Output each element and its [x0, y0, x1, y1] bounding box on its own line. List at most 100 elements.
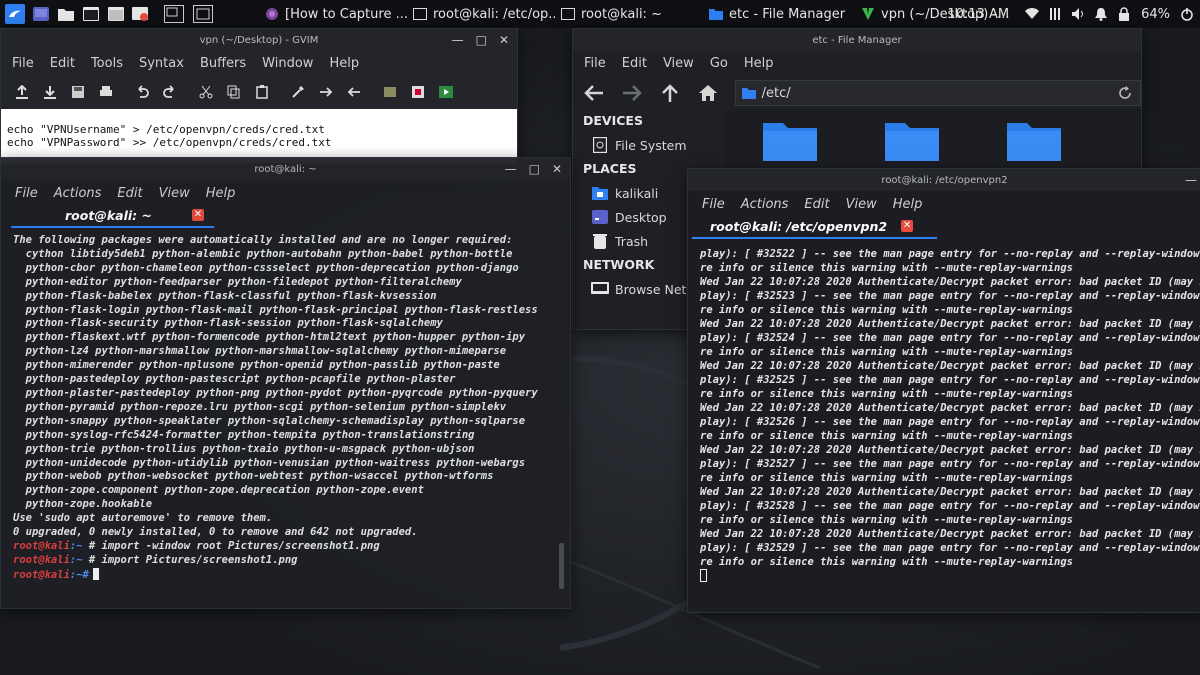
workspace-1[interactable]	[161, 0, 187, 28]
gvim-editor[interactable]: echo "VPNUsername" > /etc/openvpn/creds/…	[1, 109, 517, 163]
sidebar-item-file-system[interactable]: File System	[573, 133, 725, 157]
terminal-line: Wed Jan 22 10:07:28 2020 Authenticate/De…	[700, 486, 1200, 498]
save-all-button[interactable]	[65, 81, 91, 103]
menu-edit[interactable]: Edit	[42, 56, 83, 71]
taskbar-window-terminal-home[interactable]: root@kali: ~	[555, 0, 703, 28]
find-next-button[interactable]	[313, 81, 339, 103]
menu-window[interactable]: Window	[254, 56, 321, 71]
terminal-titlebar[interactable]: root@kali: /etc/openvpn2 —	[688, 169, 1200, 191]
taskbar-window-file-manager[interactable]: etc - File Manager	[703, 0, 855, 28]
forward-arrow-icon[interactable]	[621, 83, 643, 103]
power-icon[interactable]	[1180, 7, 1194, 21]
terminal-line: python-flask-security python-flask-sessi…	[13, 317, 443, 330]
terminal-tab[interactable]: root@kali: ~ ✕	[11, 204, 214, 228]
prompt-path: :~	[69, 553, 83, 566]
menu-tools[interactable]: Tools	[83, 56, 131, 71]
menu-buffers[interactable]: Buffers	[192, 56, 254, 71]
launcher-terminal[interactable]	[80, 0, 102, 28]
menu-help[interactable]: Help	[885, 197, 931, 212]
maximize-button[interactable]: □	[529, 162, 540, 176]
menu-help[interactable]: Help	[736, 56, 782, 71]
show-desktop-button[interactable]	[30, 0, 52, 28]
launcher-files[interactable]	[55, 0, 77, 28]
notification-bell-icon[interactable]	[1095, 7, 1108, 21]
taskbar-window-terminal-etc[interactable]: root@kali: /etc/op...	[407, 0, 555, 28]
up-arrow-icon[interactable]	[659, 83, 681, 103]
menu-edit[interactable]: Edit	[796, 197, 837, 212]
menu-help[interactable]: Help	[198, 186, 244, 201]
save-button[interactable]	[37, 81, 63, 103]
maximize-button[interactable]: □	[476, 33, 487, 47]
menu-syntax[interactable]: Syntax	[131, 56, 192, 71]
refresh-icon[interactable]	[1118, 86, 1132, 100]
terminal-titlebar[interactable]: root@kali: ~ — □ ✕	[1, 158, 570, 180]
wifi-icon[interactable]	[1025, 8, 1040, 20]
lock-icon[interactable]	[1117, 7, 1131, 21]
close-tab-icon[interactable]: ✕	[901, 220, 914, 232]
menu-go[interactable]: Go	[702, 56, 736, 71]
menu-file[interactable]: File	[694, 197, 733, 212]
gvim-titlebar[interactable]: vpn (~/Desktop) - GVIM — □ ✕	[1, 29, 517, 51]
close-button[interactable]: ✕	[499, 33, 509, 47]
launcher-browser[interactable]	[105, 0, 127, 28]
battery-indicator[interactable]: 64%	[1141, 7, 1170, 22]
close-button[interactable]: ✕	[552, 162, 562, 176]
terminal-command-line: root@kali:~ # import Pictures/screenshot…	[13, 554, 570, 568]
terminal-line: python-unidecode python-utidylib python-…	[13, 456, 526, 469]
menu-file[interactable]: File	[576, 56, 614, 71]
menu-view[interactable]: View	[151, 186, 198, 201]
find-replace-button[interactable]	[285, 81, 311, 103]
menu-help[interactable]: Help	[321, 56, 367, 71]
clock[interactable]: 10:13 AM	[947, 7, 1009, 22]
text-cursor	[700, 569, 707, 582]
taskbar-window-browser[interactable]: [How to Capture ...	[259, 0, 407, 28]
menu-view[interactable]: View	[838, 197, 885, 212]
file-manager-titlebar[interactable]: etc - File Manager	[573, 29, 1141, 51]
undo-button[interactable]	[129, 81, 155, 103]
menu-actions[interactable]: Actions	[46, 186, 110, 201]
terminal-tab[interactable]: root@kali: /etc/openvpn2 ✕	[692, 215, 938, 239]
kali-menu-button[interactable]	[0, 0, 30, 28]
kali-dragon-icon	[5, 4, 25, 24]
menu-actions[interactable]: Actions	[733, 197, 797, 212]
menu-file[interactable]: File	[7, 186, 46, 201]
terminal-scrollbar[interactable]	[559, 543, 564, 589]
home-icon[interactable]	[697, 83, 719, 103]
session-save-icon	[412, 86, 424, 98]
menu-file[interactable]: File	[4, 56, 42, 71]
paste-button[interactable]	[249, 81, 275, 103]
copy-button[interactable]	[221, 81, 247, 103]
close-tab-icon[interactable]: ✕	[191, 209, 204, 221]
prompt-path: :~	[69, 539, 83, 552]
load-session-button[interactable]	[377, 81, 403, 103]
minimize-button[interactable]: —	[452, 33, 464, 47]
terminal-line: cython libtidy5deb1 python-alembic pytho…	[13, 247, 513, 260]
volume-icon[interactable]	[1071, 7, 1085, 21]
back-arrow-icon[interactable]	[583, 83, 605, 103]
find-prev-button[interactable]	[341, 81, 367, 103]
menu-edit[interactable]: Edit	[614, 56, 655, 71]
terminal-line: re info or silence this warning with --m…	[700, 472, 1073, 484]
volume-mixer-icon[interactable]	[1049, 7, 1061, 21]
menu-view[interactable]: View	[655, 56, 702, 71]
minimize-button[interactable]: —	[505, 162, 517, 176]
window-title: vpn (~/Desktop) - GVIM	[199, 34, 319, 46]
folder-icon[interactable]	[763, 117, 817, 161]
redo-button[interactable]	[157, 81, 183, 103]
terminal-line: play): [ #32529 ] -- see the man page en…	[700, 542, 1200, 554]
address-bar[interactable]: /etc/	[734, 80, 1141, 106]
workspace-2[interactable]	[190, 0, 216, 28]
folder-icon[interactable]	[1007, 117, 1061, 161]
save-session-button[interactable]	[405, 81, 431, 103]
terminal-output[interactable]: play): [ #32522 ] -- see the man page en…	[688, 239, 1200, 584]
terminal-window-home: root@kali: ~ — □ ✕ File Actions Edit Vie…	[0, 157, 571, 609]
run-script-button[interactable]	[433, 81, 459, 103]
launcher-recorder[interactable]	[130, 0, 152, 28]
print-button[interactable]	[93, 81, 119, 103]
folder-icon[interactable]	[885, 117, 939, 161]
open-button[interactable]	[9, 81, 35, 103]
menu-edit[interactable]: Edit	[109, 186, 150, 201]
minimize-button[interactable]: —	[1185, 173, 1197, 187]
terminal-output[interactable]: The following packages were automaticall…	[1, 228, 570, 583]
cut-button[interactable]	[193, 81, 219, 103]
